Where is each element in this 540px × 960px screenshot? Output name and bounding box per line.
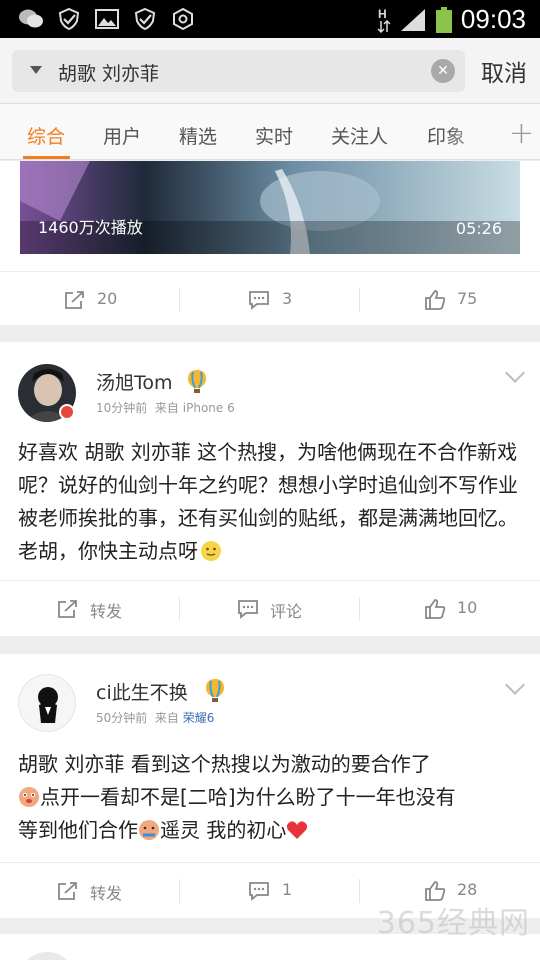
thumbs-up-icon (425, 599, 446, 619)
emoji-icon (201, 541, 221, 561)
chevron-down-icon[interactable] (505, 675, 525, 695)
hot-balloon-icon (188, 370, 206, 393)
search-query[interactable]: 胡歌 刘亦菲 (58, 59, 159, 86)
username[interactable]: 汤旭Tom (96, 368, 173, 395)
username[interactable]: ci此生不换 (96, 678, 188, 705)
tab-users[interactable]: 用户 (103, 122, 141, 149)
clock: 09:03 (460, 4, 526, 34)
image-icon (95, 9, 119, 29)
repost-icon (58, 600, 77, 618)
video-thumbnail[interactable]: 1460万次播放 05:26 (20, 161, 520, 254)
repost-icon (65, 291, 84, 309)
avatar[interactable] (18, 674, 76, 732)
search-input[interactable]: 胡歌 刘亦菲 ✕ (12, 50, 465, 92)
tab-bar: 综合 用户 精选 实时 关注人 印象 + (0, 104, 540, 160)
avatar[interactable] (18, 952, 76, 960)
like-button[interactable]: 10 (360, 581, 540, 637)
add-tab-icon[interactable]: + (509, 116, 534, 151)
video-duration: 05:26 (455, 219, 502, 238)
tab-following[interactable]: 关注人 (331, 122, 388, 149)
thumbs-up-icon (425, 290, 446, 310)
heart-icon (287, 821, 308, 839)
svg-text:H: H (378, 7, 387, 21)
tab-featured[interactable]: 精选 (179, 122, 217, 149)
verified-badge-icon (59, 404, 75, 420)
post-text: 好喜欢 胡歌 刘亦菲 这个热搜，为啥他俩现在不合作新戏呢？说好的仙剑十年之约呢？… (18, 440, 518, 563)
active-tab-indicator (23, 156, 70, 159)
video-frame (20, 161, 520, 254)
repost-icon (58, 882, 77, 900)
clear-icon[interactable]: ✕ (431, 59, 455, 83)
watermark: 365经典网 (376, 906, 530, 941)
repost-button[interactable]: 转发 (0, 863, 180, 919)
settings-icon (173, 7, 193, 31)
search-header: 胡歌 刘亦菲 ✕ 取消 (0, 38, 540, 104)
post-card: ci此生不换 50分钟前 来自 荣耀6 胡歌 刘亦菲 看到这个热搜以为激动的要合… (0, 654, 540, 918)
comment-icon (249, 882, 269, 901)
wechat-icon (19, 9, 43, 28)
video-action-bar: 20 3 75 (0, 271, 540, 327)
comment-button[interactable]: 1 (180, 863, 360, 919)
post-card: 汤旭Tom 10分钟前 来自 iPhone 6 好喜欢 胡歌 刘亦菲 这个热搜，… (0, 342, 540, 636)
search-type-dropdown-icon[interactable] (30, 66, 42, 74)
signal-icon (400, 8, 425, 31)
comment-button[interactable]: 评论 (180, 581, 360, 637)
comment-icon (238, 600, 258, 619)
hot-balloon-icon (206, 679, 224, 702)
comment-icon (249, 291, 269, 310)
source-link[interactable]: 荣耀6 (183, 711, 215, 725)
shield-check-icon (58, 7, 80, 31)
post-meta: 50分钟前 来自 荣耀6 (96, 711, 215, 725)
chevron-down-icon[interactable] (505, 363, 525, 383)
doge-emoji-icon (19, 787, 39, 807)
cancel-button[interactable]: 取消 (481, 54, 527, 88)
like-button[interactable]: 75 (360, 272, 540, 328)
post-text: 胡歌 刘亦菲 看到这个热搜以为激动的要合作了 点开一看却不是[二哈]为什么盼了十… (18, 752, 456, 842)
play-count: 1460万次播放 (38, 218, 143, 237)
status-bar: H 09:03 (0, 0, 540, 38)
tab-comprehensive[interactable]: 综合 (27, 122, 65, 149)
post-action-bar: 转发 评论 10 (0, 580, 540, 636)
comment-button[interactable]: 3 (180, 272, 360, 328)
video-card: 1460万次播放 05:26 20 3 75 (0, 161, 540, 325)
post-meta: 10分钟前 来自 iPhone 6 (96, 401, 235, 415)
network-type-icon: H (377, 7, 391, 33)
repost-button[interactable]: 转发 (0, 581, 180, 637)
tab-realtime[interactable]: 实时 (255, 122, 293, 149)
sad-emoji-icon (139, 820, 159, 840)
shield-check-icon (134, 7, 156, 31)
battery-icon (435, 6, 452, 33)
repost-button[interactable]: 20 (0, 272, 180, 328)
